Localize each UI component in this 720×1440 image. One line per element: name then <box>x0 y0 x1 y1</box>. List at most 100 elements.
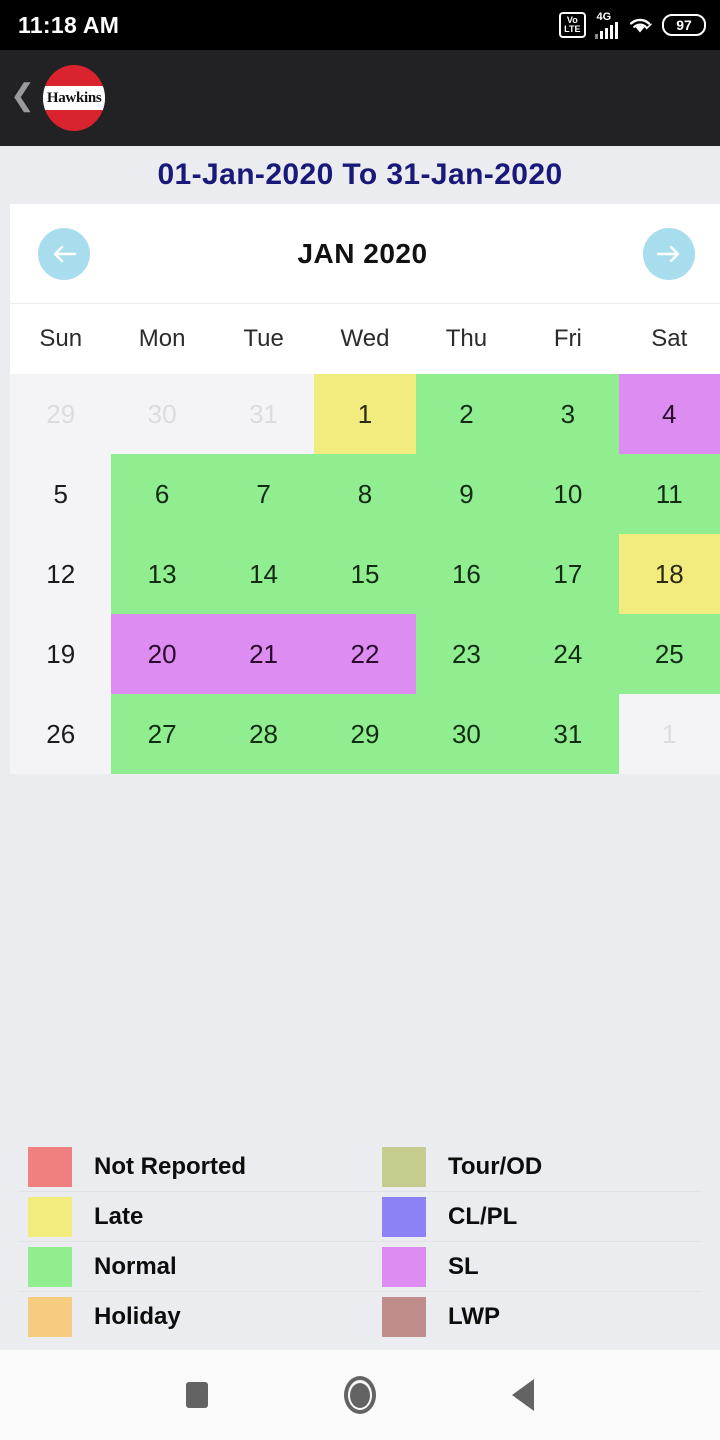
calendar-day-cell[interactable]: 30 <box>111 374 213 454</box>
calendar-day-cell[interactable]: 14 <box>212 534 315 614</box>
calendar-day-cell[interactable]: 6 <box>111 454 213 534</box>
hawkins-logo: Hawkins <box>43 65 106 131</box>
prev-month-button[interactable] <box>38 227 90 280</box>
calendar-weeks: 29 30 31 1 2 3 4 5 6 7 8 9 10 11 12 13 14 15 16 17 18 19 20 21 2… <box>10 374 720 774</box>
calendar-day-cell[interactable]: 20 <box>111 614 213 694</box>
calendar-day-cell[interactable]: 25 <box>618 614 720 694</box>
calendar-week-row: 26 27 28 29 30 31 1 <box>10 694 720 774</box>
calendar-day-cell[interactable]: 19 <box>10 614 112 694</box>
calendar-day-cell[interactable]: 16 <box>415 534 518 614</box>
weekday-mon: Mon <box>138 325 186 352</box>
wifi-icon <box>630 18 652 33</box>
legend-label: Late <box>94 1202 144 1230</box>
weekday-fri: Fri <box>553 325 582 352</box>
calendar-day-cell[interactable]: 9 <box>415 454 518 534</box>
calendar-day-cell[interactable]: 29 <box>10 374 112 454</box>
calendar-day-cell[interactable]: 8 <box>314 454 416 534</box>
calendar-day-cell[interactable]: 21 <box>212 614 315 694</box>
calendar-day-cell[interactable]: 1 <box>618 694 720 774</box>
logo-band: Hawkins <box>43 86 106 110</box>
legend-swatch <box>28 1196 72 1237</box>
calendar-day-cell[interactable]: 29 <box>314 694 416 774</box>
legend-right-column: Tour/OD CL/PL SL LWP <box>360 1142 702 1342</box>
calendar-day-cell[interactable]: 12 <box>10 534 112 614</box>
legend: Not Reported Late Normal Holiday Tour/OD CL/… <box>0 1142 720 1350</box>
legend-label: Holiday <box>94 1303 181 1330</box>
legend-swatch <box>382 1196 426 1237</box>
calendar-day-cell[interactable]: 24 <box>517 614 619 694</box>
legend-swatch <box>28 1297 72 1337</box>
arrow-left-icon <box>53 245 77 262</box>
calendar-day-cell[interactable]: 17 <box>517 534 619 614</box>
weekday-header-row: Sun Mon Tue Wed Thu Fri Sat <box>10 304 720 374</box>
android-navigation-bar <box>0 1350 720 1440</box>
legend-swatch <box>28 1246 72 1287</box>
legend-item: Tour/OD <box>360 1142 702 1192</box>
calendar-day-cell[interactable]: 7 <box>212 454 315 534</box>
signal-icon: 4G <box>594 10 618 39</box>
calendar-week-row: 19 20 21 22 23 24 25 <box>10 614 720 694</box>
calendar-day-cell[interactable]: 26 <box>10 694 112 774</box>
home-icon[interactable] <box>344 1376 376 1414</box>
weekday-wed: Wed <box>340 325 390 352</box>
arrow-right-icon <box>656 245 680 262</box>
calendar-day-cell[interactable]: 10 <box>517 454 619 534</box>
network-type-label: 4G <box>596 10 612 23</box>
calendar-day-cell[interactable]: 1 <box>314 374 416 454</box>
calendar-day-cell[interactable]: 23 <box>415 614 518 694</box>
calendar-day-cell[interactable]: 22 <box>314 614 416 694</box>
calendar-day-cell[interactable]: 18 <box>618 534 720 614</box>
calendar-day-cell[interactable]: 3 <box>517 374 619 454</box>
signal-bars-icon <box>594 21 618 39</box>
calendar-day-cell[interactable]: 4 <box>618 374 720 454</box>
back-icon[interactable] <box>512 1379 534 1411</box>
month-label: JAN 2020 <box>297 237 428 269</box>
calendar-card: JAN 2020 Sun Mon Tue Wed Thu Fri Sat 29 3… <box>10 204 720 774</box>
back-chevron-icon[interactable]: ❮ <box>8 81 37 115</box>
legend-left-column: Not Reported Late Normal Holiday <box>18 1142 360 1342</box>
legend-item: SL <box>360 1242 702 1292</box>
calendar-week-row: 12 13 14 15 16 17 18 <box>10 534 720 614</box>
legend-label: Not Reported <box>94 1152 246 1180</box>
calendar-day-cell[interactable]: 2 <box>415 374 518 454</box>
legend-item: LWP <box>360 1292 702 1342</box>
legend-swatch <box>382 1146 426 1187</box>
battery-level-label: 97 <box>676 17 692 33</box>
legend-item: Normal <box>18 1242 360 1292</box>
weekday-thu: Thu <box>445 325 488 352</box>
status-bar-icons: Vo LTE 4G 97 <box>559 10 706 39</box>
calendar-day-cell[interactable]: 5 <box>10 454 112 534</box>
legend-item: Holiday <box>18 1292 360 1342</box>
status-bar-clock: 11:18 AM <box>18 11 120 38</box>
calendar-day-cell[interactable]: 28 <box>212 694 315 774</box>
calendar-day-cell[interactable]: 13 <box>111 534 213 614</box>
calendar-week-row: 5 6 7 8 9 10 11 <box>10 454 720 534</box>
status-bar: 11:18 AM Vo LTE 4G 97 <box>0 0 720 50</box>
weekday-tue: Tue <box>243 325 284 352</box>
recents-icon[interactable] <box>186 1382 208 1408</box>
weekday-sun: Sun <box>39 325 83 352</box>
legend-label: LWP <box>448 1303 500 1330</box>
logo-text: Hawkins <box>46 89 102 106</box>
calendar-header: JAN 2020 <box>10 204 720 304</box>
volte-bottom-label: LTE <box>564 24 581 34</box>
legend-item: CL/PL <box>360 1192 702 1242</box>
calendar-week-row: 29 30 31 1 2 3 4 <box>10 374 720 454</box>
legend-label: Normal <box>94 1252 177 1280</box>
calendar-day-cell[interactable]: 11 <box>618 454 720 534</box>
calendar-day-cell[interactable]: 31 <box>517 694 619 774</box>
legend-item: Late <box>18 1192 360 1242</box>
calendar-day-cell[interactable]: 31 <box>212 374 315 454</box>
legend-label: Tour/OD <box>448 1152 543 1180</box>
next-month-button[interactable] <box>643 227 695 280</box>
legend-label: SL <box>448 1252 479 1280</box>
legend-swatch <box>382 1246 426 1287</box>
phone-screen: 11:18 AM Vo LTE 4G 97 ❮ Hawkins 01-Jan-2… <box>0 0 720 1440</box>
calendar-day-cell[interactable]: 30 <box>415 694 518 774</box>
date-range-title: 01-Jan-2020 To 31-Jan-2020 <box>157 158 563 191</box>
volte-icon: Vo LTE <box>559 12 586 38</box>
weekday-sat: Sat <box>651 325 688 352</box>
calendar-day-cell[interactable]: 27 <box>111 694 213 774</box>
legend-label: CL/PL <box>448 1202 518 1230</box>
calendar-day-cell[interactable]: 15 <box>314 534 416 614</box>
